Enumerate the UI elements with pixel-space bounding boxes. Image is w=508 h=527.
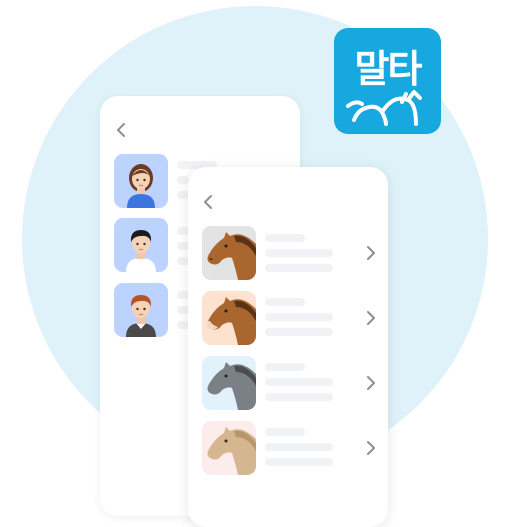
horse-avatar[interactable]	[202, 226, 256, 280]
text-placeholder	[265, 458, 333, 466]
text-placeholder	[265, 249, 333, 257]
back-button-horses[interactable]	[198, 192, 218, 212]
horse-avatar[interactable]	[202, 356, 256, 410]
horse-silhouette-icon	[346, 90, 422, 126]
gray-horse-icon	[207, 362, 256, 410]
text-placeholder	[265, 393, 333, 401]
woman-avatar-icon	[127, 164, 155, 208]
chevron-left-icon	[204, 195, 212, 209]
man-avatar-icon	[126, 230, 156, 272]
text-placeholder	[265, 298, 305, 306]
brown-horse-icon	[207, 232, 256, 280]
chevron-right-icon[interactable]	[364, 375, 378, 391]
text-placeholder	[265, 363, 305, 371]
chevron-left-icon	[117, 123, 125, 137]
logo-text: 말타	[354, 47, 423, 91]
text-placeholder	[265, 234, 305, 242]
back-button-people[interactable]	[111, 120, 131, 140]
brown-horse-icon	[207, 297, 256, 345]
man-red-hair-avatar-icon	[126, 295, 156, 337]
app-logo: 말타	[334, 28, 441, 134]
chevron-right-icon[interactable]	[364, 440, 378, 456]
text-placeholder	[265, 313, 333, 321]
chevron-right-icon[interactable]	[364, 310, 378, 326]
text-placeholder	[265, 428, 305, 436]
text-placeholder	[265, 264, 333, 272]
person-avatar[interactable]	[114, 154, 168, 208]
chevron-right-icon[interactable]	[364, 245, 378, 261]
text-placeholder	[265, 443, 333, 451]
horse-avatar[interactable]	[202, 421, 256, 475]
person-avatar[interactable]	[114, 283, 168, 337]
text-placeholder	[265, 378, 333, 386]
beige-horse-icon	[207, 427, 256, 475]
text-placeholder	[265, 328, 333, 336]
person-avatar[interactable]	[114, 218, 168, 272]
horse-avatar[interactable]	[202, 291, 256, 345]
